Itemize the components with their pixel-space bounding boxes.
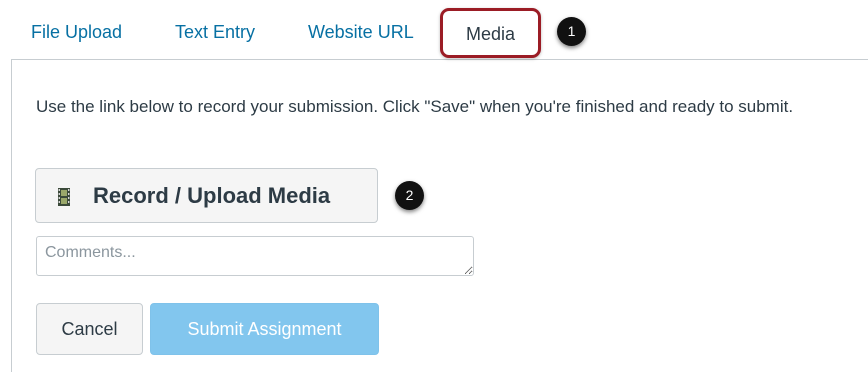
film-icon [58,188,70,206]
instructions-text: Use the link below to record your submis… [36,97,794,116]
record-upload-media-label: Record / Upload Media [93,183,331,208]
callout-badge-2: 2 [395,181,424,210]
callout-badge-1: 1 [557,17,586,46]
cancel-button[interactable]: Cancel [36,303,143,355]
submission-form: File Upload Text Entry Website URL Media… [0,0,868,372]
tab-media[interactable]: Media [440,8,541,58]
tab-media-label: Media [465,24,516,44]
tab-text-entry[interactable]: Text Entry [175,19,255,45]
record-upload-media-button[interactable]: Record / Upload Media [35,168,378,223]
tab-file-upload[interactable]: File Upload [31,19,122,45]
submit-assignment-button[interactable]: Submit Assignment [150,303,379,355]
comments-field[interactable] [36,236,474,276]
tab-website-url[interactable]: Website URL [308,19,414,45]
submission-type-tabs: File Upload Text Entry Website URL Media… [0,0,868,62]
